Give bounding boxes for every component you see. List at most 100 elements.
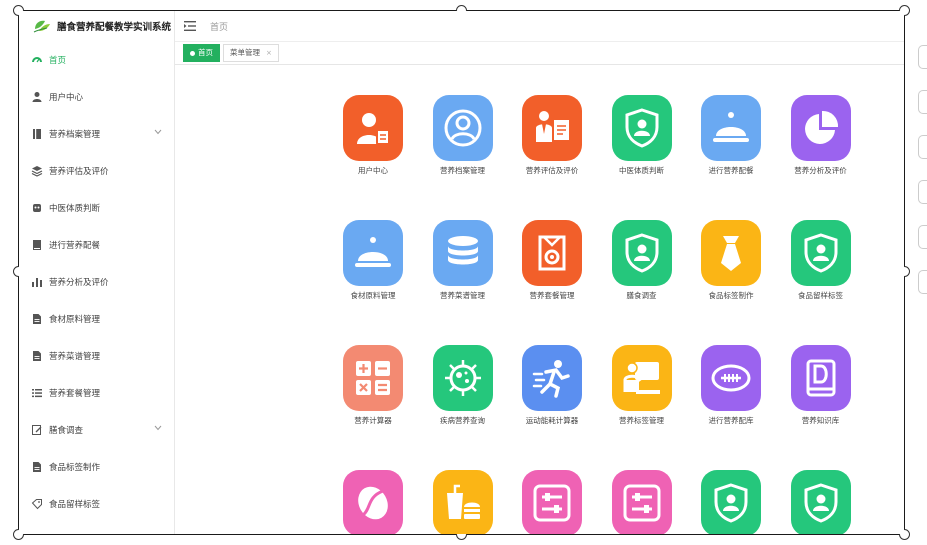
module-tile[interactable]: 疾病营养查询 [432, 345, 493, 426]
sidebar-item-0[interactable]: 首页 [19, 41, 174, 78]
teacher-icon[interactable] [611, 345, 672, 411]
module-tile[interactable]: 食品添加剂 [432, 470, 493, 534]
sidebar-item-label: 食材原料管理 [49, 314, 101, 325]
side-toolbar-button[interactable] [918, 270, 927, 294]
module-tile[interactable]: 营养知识库 [790, 345, 851, 426]
sliders-icon[interactable] [522, 470, 582, 534]
sidebar-item-3[interactable]: 营养评估及评价 [19, 152, 174, 189]
sidebar: 膳食营养配餐教学实训系统 首页 用户中心 营养档案管理 营养评估及评价 中医体质判断 进行… [19, 11, 175, 534]
module-tile[interactable]: 营养分析及评价 [790, 95, 851, 176]
module-tile[interactable]: 基础参数配置 [522, 470, 582, 534]
tile-label: 进行营养配餐 [708, 166, 754, 175]
side-toolbar-button[interactable] [918, 45, 927, 69]
tab-home[interactable]: 首页 [183, 44, 220, 62]
module-tile[interactable]: 进行营养配库 [701, 345, 761, 426]
dashboard-icon [31, 54, 43, 66]
sidebar-item-7[interactable]: 食材原料管理 [19, 300, 174, 337]
leaf-logo-icon [33, 20, 50, 33]
module-tile[interactable]: 系统管理 [611, 470, 672, 534]
module-tile[interactable]: 营养菜谱管理 [432, 220, 493, 301]
sidebar-item-label: 营养评估及评价 [49, 166, 109, 177]
side-toolbar-button[interactable] [918, 225, 927, 249]
assessment-icon[interactable] [522, 95, 582, 161]
user-card-icon[interactable] [343, 95, 403, 161]
side-toolbar-button[interactable] [918, 180, 927, 204]
sidebar-item-12[interactable]: 食品留样标签 [19, 485, 174, 522]
sliders-icon[interactable] [611, 470, 672, 534]
sidebar-item-10[interactable]: 膳食调查 [19, 411, 174, 448]
football-icon[interactable] [701, 345, 761, 411]
user-circle-icon[interactable] [432, 95, 493, 161]
module-tile[interactable]: 营养标签管理 [611, 345, 672, 426]
bar-chart-icon [31, 276, 43, 288]
sidebar-item-label: 营养套餐管理 [49, 388, 101, 399]
tab-bar: 首页 菜单管理 × [175, 42, 904, 65]
menu-fold-icon[interactable] [184, 21, 196, 31]
module-tile[interactable]: 食品标签制作 [701, 220, 761, 301]
sidebar-item-9[interactable]: 营养套餐管理 [19, 374, 174, 411]
close-icon[interactable]: × [266, 45, 272, 61]
module-tile[interactable]: 膳食调查 [611, 220, 672, 301]
module-tile[interactable]: 运动能耗计算器 [522, 345, 582, 426]
sidebar-item-1[interactable]: 用户中心 [19, 78, 174, 115]
tile-label: 营养知识库 [801, 416, 840, 425]
shield-user-icon[interactable] [611, 220, 672, 286]
archive-icon [31, 128, 43, 140]
chevron-down-icon [154, 128, 162, 137]
sidebar-item-label: 首页 [49, 55, 67, 66]
module-tile[interactable]: 教学辅助文库 [701, 470, 761, 534]
module-tile[interactable]: 营养计算器 [343, 345, 403, 426]
tile-label: 营养档案管理 [440, 166, 485, 175]
tab-label: 首页 [198, 48, 213, 57]
module-tile[interactable]: 进行营养配餐 [701, 95, 761, 176]
module-tile[interactable]: 食品留样标签 [790, 220, 851, 301]
module-tile[interactable]: 食材原料管理 [343, 220, 403, 301]
sidebar-menu: 首页用户中心 营养档案管理营养评估及评价 中医体质判断进行营养配餐 营养分析及评价食材… [19, 41, 174, 522]
pie-chart-icon[interactable] [790, 95, 851, 161]
shield-user-icon[interactable] [790, 220, 851, 286]
sidebar-item-11[interactable]: 食品标签制作 [19, 448, 174, 485]
module-tile[interactable]: 营养套餐管理 [522, 220, 582, 301]
tile-label: 疾病营养查询 [440, 416, 485, 425]
tile-label: 营养分析及评价 [794, 166, 847, 175]
cloche-icon[interactable] [343, 220, 403, 286]
shield-user-icon[interactable] [790, 470, 851, 534]
sidebar-item-label: 中医体质判断 [49, 203, 101, 214]
virus-icon[interactable] [432, 345, 493, 411]
module-tile[interactable]: 调料大全 [343, 470, 403, 534]
tag-icon [31, 498, 43, 510]
cloche-icon[interactable] [701, 95, 761, 161]
tile-label: 营养计算器 [354, 416, 392, 425]
breadcrumb: 首页 [210, 22, 229, 33]
module-tile[interactable]: 软件操作视频 [790, 470, 851, 534]
file-icon [31, 350, 43, 362]
module-tile[interactable]: 营养评估及评价 [522, 95, 582, 176]
sidebar-item-4[interactable]: 中医体质判断 [19, 189, 174, 226]
sidebar-item-5[interactable]: 进行营养配餐 [19, 226, 174, 263]
module-tile[interactable]: 营养档案管理 [432, 95, 493, 176]
active-dot-icon [190, 50, 195, 56]
sidebar-item-8[interactable]: 营养菜谱管理 [19, 337, 174, 374]
sidebar-item-2[interactable]: 营养档案管理 [19, 115, 174, 152]
calculator-icon[interactable] [343, 345, 403, 411]
tab-menu-management[interactable]: 菜单管理 × [223, 44, 279, 62]
book-d-icon[interactable] [790, 345, 851, 411]
coffee-bean-icon[interactable] [343, 470, 403, 534]
sidebar-item-label: 营养菜谱管理 [49, 351, 101, 362]
module-tile[interactable]: 中医体质判断 [611, 95, 672, 176]
sidebar-item-6[interactable]: 营养分析及评价 [19, 263, 174, 300]
shield-user-icon[interactable] [701, 470, 761, 534]
tile-label: 营养评估及评价 [525, 166, 579, 175]
side-toolbar-button[interactable] [918, 135, 927, 159]
tie-icon[interactable] [701, 220, 761, 286]
module-tile[interactable]: 用户中心 [343, 95, 403, 176]
shield-user-icon[interactable] [611, 95, 672, 161]
robot-icon [31, 202, 43, 214]
edit-icon [31, 424, 43, 436]
fastfood-icon[interactable] [432, 470, 493, 534]
database-icon[interactable] [432, 220, 493, 286]
package-icon[interactable] [522, 220, 582, 286]
tile-label: 食材原料管理 [350, 291, 396, 300]
side-toolbar-button[interactable] [918, 90, 927, 114]
runner-icon[interactable] [522, 345, 582, 411]
